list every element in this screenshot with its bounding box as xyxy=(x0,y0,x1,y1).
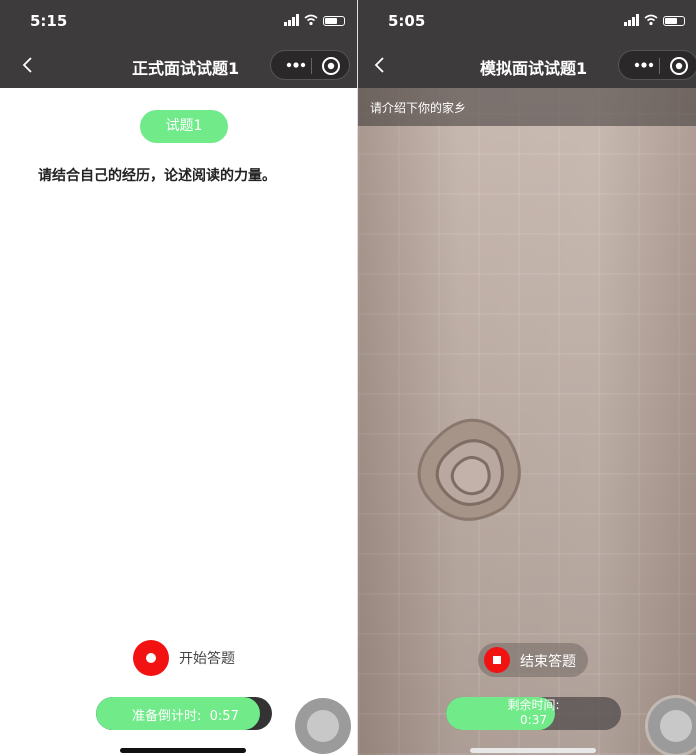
prep-countdown-bar: 准备倒计时: 0:57 xyxy=(96,697,272,730)
menu-capsule xyxy=(270,50,350,80)
chevron-left-icon[interactable] xyxy=(372,57,388,73)
mock-interview-screen: 5:05 模拟面试试题1 请介绍下你的家乡 结束答题 剩余时间: 0:37 xyxy=(358,0,696,755)
battery-icon xyxy=(663,16,685,26)
capsule-divider xyxy=(311,58,312,74)
home-indicator xyxy=(470,748,596,753)
home-indicator xyxy=(120,748,246,753)
prep-countdown-label: 准备倒计时: xyxy=(132,709,202,724)
stop-button-circle xyxy=(484,647,510,673)
chevron-left-icon[interactable] xyxy=(20,57,36,73)
signal-icon xyxy=(284,14,299,26)
floating-assist-button[interactable] xyxy=(648,698,696,754)
battery-icon xyxy=(323,16,345,26)
status-time: 5:05 xyxy=(388,12,426,30)
stop-icon xyxy=(493,656,501,664)
wifi-icon xyxy=(644,14,658,26)
formal-interview-screen: 5:15 正式面试试题1 试题1 请结合自己的经历，论述阅读的力量。 开始答题 … xyxy=(0,0,358,755)
signal-icon xyxy=(624,14,639,26)
target-circle-icon[interactable] xyxy=(321,56,341,76)
record-icon xyxy=(146,653,156,663)
status-icons xyxy=(624,14,685,26)
menu-capsule xyxy=(618,50,696,80)
remaining-time-bar: 剩余时间: 0:37 xyxy=(446,697,621,730)
remaining-time-text: 剩余时间: 0:37 xyxy=(446,698,621,728)
remaining-time-value: 0:37 xyxy=(520,713,547,727)
wifi-icon xyxy=(304,14,318,26)
status-bar: 5:15 xyxy=(0,0,358,42)
status-time: 5:15 xyxy=(30,12,68,30)
question-badge: 试题1 xyxy=(140,110,228,143)
assist-touch-icon xyxy=(660,710,692,742)
question-text: 请结合自己的经历，论述阅读的力量。 xyxy=(38,168,276,184)
remaining-time-label: 剩余时间: xyxy=(507,698,560,712)
ceiling-fixture-image xyxy=(417,418,521,521)
capsule-divider xyxy=(659,58,660,74)
question-prompt-text: 请介绍下你的家乡 xyxy=(370,101,467,115)
end-answer-button[interactable]: 结束答题 xyxy=(478,643,588,677)
assist-touch-icon xyxy=(307,710,339,742)
nav-bar: 正式面试试题1 xyxy=(0,42,358,88)
end-answer-label: 结束答题 xyxy=(520,654,576,670)
floating-assist-button[interactable] xyxy=(295,698,351,754)
more-dots-icon[interactable] xyxy=(629,54,659,76)
status-icons xyxy=(284,14,345,26)
start-answer-label: 开始答题 xyxy=(179,651,235,667)
nav-bar: 模拟面试试题1 xyxy=(358,42,696,88)
prep-countdown-text: 准备倒计时: 0:57 xyxy=(132,705,239,724)
question-prompt-bar: 请介绍下你的家乡 xyxy=(358,88,696,126)
target-circle-icon[interactable] xyxy=(669,56,689,76)
status-bar: 5:05 xyxy=(358,0,696,42)
more-dots-icon[interactable] xyxy=(281,54,311,76)
page-title: 模拟面试试题1 xyxy=(480,59,588,78)
start-answer-button[interactable] xyxy=(133,640,169,676)
prep-countdown-value: 0:57 xyxy=(209,709,239,724)
page-title: 正式面试试题1 xyxy=(132,59,240,78)
